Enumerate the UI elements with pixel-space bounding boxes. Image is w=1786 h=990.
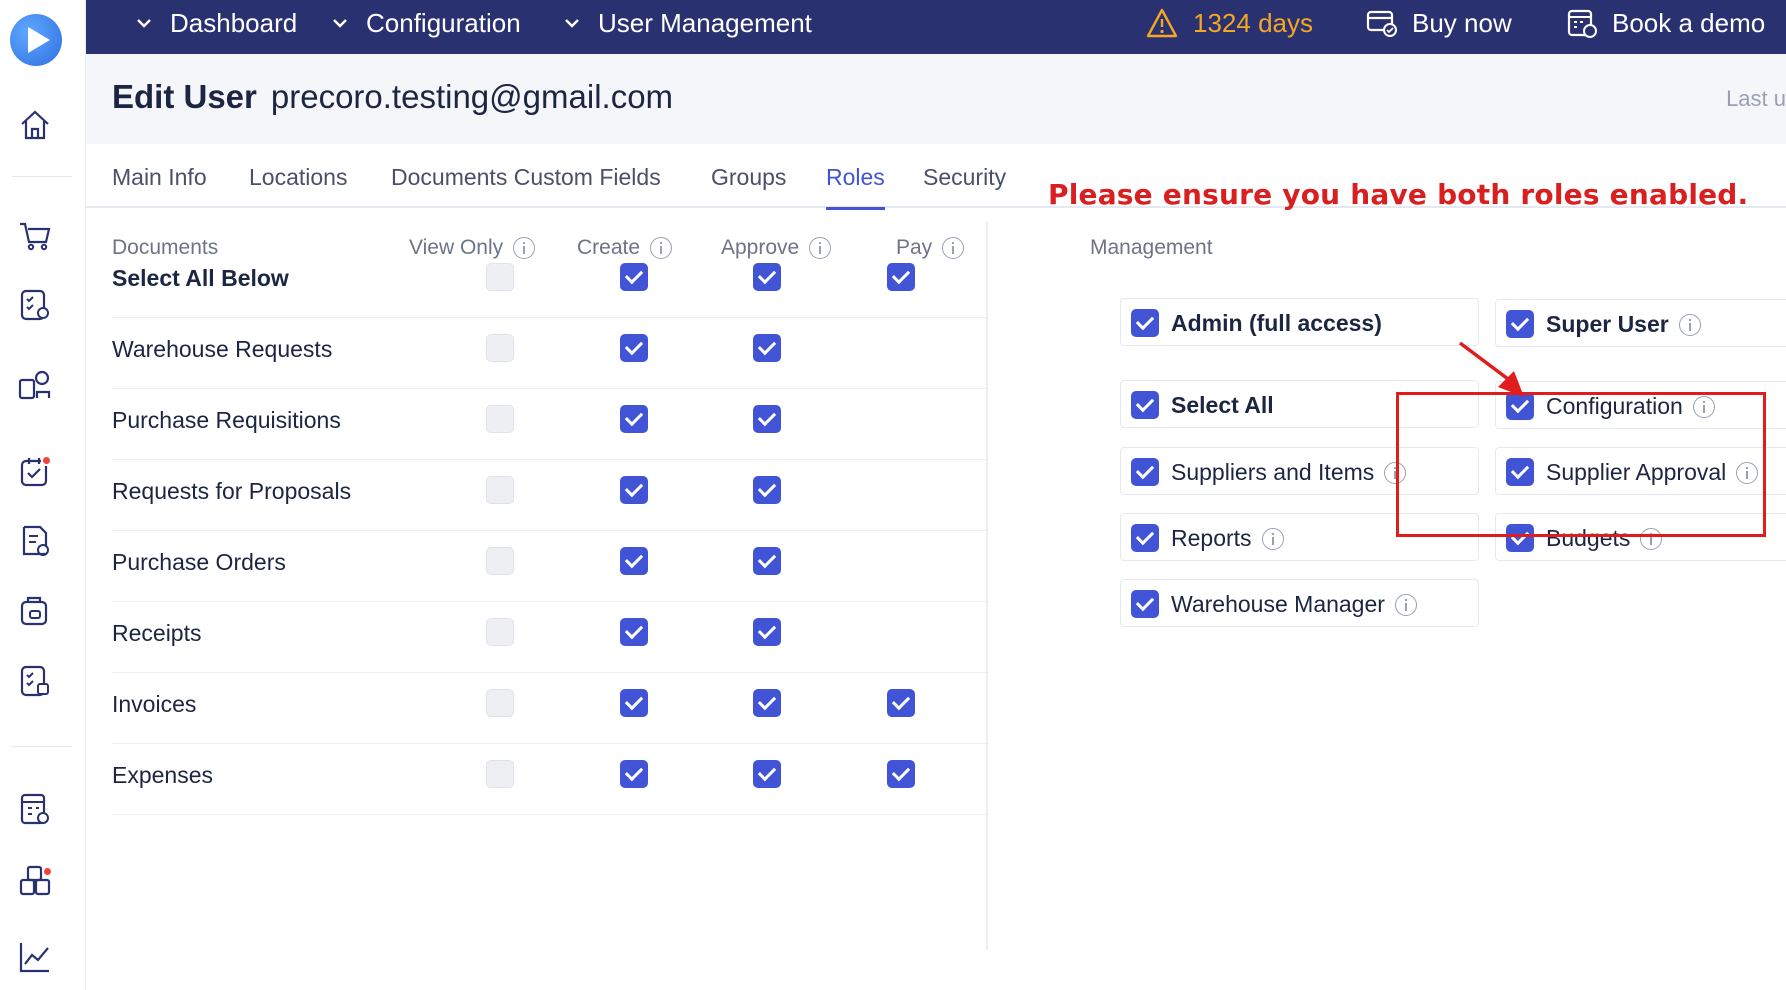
- warning-icon: [1146, 8, 1178, 38]
- tab-security[interactable]: Security: [923, 164, 1006, 208]
- nav-configuration[interactable]: Configuration: [330, 0, 521, 46]
- document-row: Requests for Proposals: [112, 454, 986, 531]
- suppliers-items-checkbox[interactable]: [1131, 458, 1159, 486]
- chevron-down-icon: [137, 19, 151, 28]
- document-row-label: Invoices: [112, 691, 197, 717]
- tab-groups[interactable]: Groups: [711, 164, 786, 208]
- approve-checkbox[interactable]: [753, 547, 781, 575]
- info-icon[interactable]: [1678, 313, 1701, 336]
- view-checkbox[interactable]: [486, 405, 514, 433]
- nav-user-management[interactable]: User Management: [562, 0, 812, 46]
- document-row-label: Receipts: [112, 620, 202, 646]
- document-row: Select All Below: [112, 241, 986, 318]
- approve-checkbox[interactable]: [753, 263, 781, 291]
- buy-now-button[interactable]: Buy now: [1366, 0, 1512, 46]
- calendar-icon: [1567, 9, 1597, 38]
- document-row-label: Select All Below: [112, 265, 289, 291]
- user-email: precoro.testing@gmail.com: [270, 78, 674, 115]
- document-row: Warehouse Requests: [112, 312, 986, 389]
- reports-chart-icon[interactable]: [16, 938, 54, 976]
- warehouse-manager-checkbox[interactable]: [1131, 590, 1159, 618]
- tab-locations[interactable]: Locations: [249, 164, 347, 208]
- column-divider: [986, 222, 988, 950]
- document-row: Purchase Orders: [112, 525, 986, 602]
- document-row: Purchase Requisitions: [112, 383, 986, 460]
- nav-dashboard[interactable]: Dashboard: [134, 0, 297, 46]
- approve-checkbox[interactable]: [753, 334, 781, 362]
- chevron-down-icon: [333, 19, 347, 28]
- precoro-logo[interactable]: [10, 14, 62, 66]
- management-header: Management: [1090, 236, 1213, 259]
- pay-checkbox[interactable]: [887, 689, 915, 717]
- tab-documents-custom-fields[interactable]: Documents Custom Fields: [391, 164, 661, 208]
- role-super-user[interactable]: Super User: [1495, 299, 1786, 347]
- document-row: Receipts: [112, 596, 986, 673]
- create-checkbox[interactable]: [620, 405, 648, 433]
- notification-dot: [41, 455, 52, 466]
- page-header: Edit User precoro.testing@gmail.com Last…: [86, 54, 1786, 144]
- home-icon[interactable]: [16, 106, 54, 144]
- proposals-icon[interactable]: [16, 366, 54, 404]
- document-row-label: Requests for Proposals: [112, 478, 352, 504]
- card-icon: [1366, 10, 1397, 37]
- tab-roles[interactable]: Roles: [826, 164, 885, 210]
- document-row-label: Warehouse Requests: [112, 336, 333, 362]
- view-checkbox[interactable]: [486, 618, 514, 646]
- document-row-label: Purchase Requisitions: [112, 407, 341, 433]
- role-warehouse-manager[interactable]: Warehouse Manager: [1120, 579, 1479, 627]
- view-checkbox[interactable]: [486, 547, 514, 575]
- book-demo-button[interactable]: Book a demo: [1566, 0, 1765, 46]
- approve-checkbox[interactable]: [753, 476, 781, 504]
- receipts-icon[interactable]: [16, 522, 54, 560]
- role-admin[interactable]: Admin (full access): [1120, 298, 1479, 346]
- tab-main-info[interactable]: Main Info: [112, 164, 207, 208]
- chevron-down-icon: [565, 19, 579, 28]
- annotation-arrow-icon: [1458, 341, 1524, 397]
- approve-checkbox[interactable]: [753, 405, 781, 433]
- pay-checkbox[interactable]: [887, 760, 915, 788]
- admin-checkbox[interactable]: [1131, 309, 1159, 337]
- super-user-checkbox[interactable]: [1506, 310, 1534, 338]
- document-row-label: Expenses: [112, 762, 214, 788]
- view-checkbox[interactable]: [486, 760, 514, 788]
- requisition-icon[interactable]: [16, 286, 54, 324]
- info-icon[interactable]: [1394, 593, 1417, 616]
- reports-checkbox[interactable]: [1131, 524, 1159, 552]
- pay-checkbox[interactable]: [887, 263, 915, 291]
- create-checkbox[interactable]: [620, 760, 648, 788]
- annotation-text: Please ensure you have both roles enable…: [1048, 178, 1749, 211]
- document-row: Expenses: [112, 738, 986, 815]
- sidebar: [0, 0, 86, 990]
- expenses-icon[interactable]: [16, 662, 54, 700]
- annotation-highlight-box: [1396, 392, 1766, 537]
- info-icon[interactable]: [1261, 527, 1284, 550]
- view-checkbox[interactable]: [486, 689, 514, 717]
- select-all-checkbox[interactable]: [1131, 391, 1159, 419]
- trial-days-indicator[interactable]: 1324 days: [1145, 0, 1313, 46]
- view-checkbox[interactable]: [486, 334, 514, 362]
- create-checkbox[interactable]: [620, 689, 648, 717]
- view-checkbox[interactable]: [486, 263, 514, 291]
- document-row: Invoices: [112, 667, 986, 744]
- create-checkbox[interactable]: [620, 263, 648, 291]
- approve-checkbox[interactable]: [753, 689, 781, 717]
- roles-panel: Main Info Locations Documents Custom Fie…: [86, 144, 1786, 990]
- budgets-icon[interactable]: [16, 790, 54, 828]
- last-updated-text: Last u: [1726, 86, 1786, 111]
- create-checkbox[interactable]: [620, 334, 648, 362]
- create-checkbox[interactable]: [620, 547, 648, 575]
- notification-dot: [42, 866, 53, 877]
- approve-checkbox[interactable]: [753, 618, 781, 646]
- create-checkbox[interactable]: [620, 618, 648, 646]
- view-checkbox[interactable]: [486, 476, 514, 504]
- invoices-icon[interactable]: [16, 592, 54, 630]
- create-checkbox[interactable]: [620, 476, 648, 504]
- cart-icon[interactable]: [16, 216, 54, 254]
- approve-checkbox[interactable]: [753, 760, 781, 788]
- top-navigation: Dashboard Configuration User Management …: [86, 0, 1786, 54]
- page-title: Edit User precoro.testing@gmail.com: [112, 78, 674, 115]
- document-row-label: Purchase Orders: [112, 549, 286, 575]
